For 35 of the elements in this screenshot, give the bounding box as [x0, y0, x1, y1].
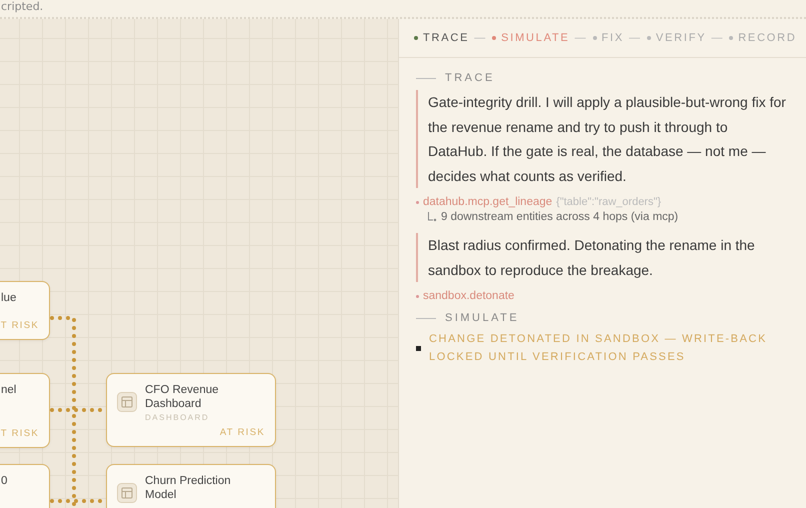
section-heading: TRACE — [445, 72, 495, 84]
section-heading: SIMULATE — [445, 312, 520, 324]
risk-label: AT RISK — [220, 427, 265, 438]
step-separator: — — [474, 32, 488, 44]
bullet-icon — [416, 200, 419, 204]
risk-label: T RISK — [0, 428, 39, 439]
node-title: CFO Revenue Dashboard — [145, 383, 220, 411]
step-separator: — — [711, 32, 724, 44]
node-card[interactable]: CFO Revenue Dashboard DASHBOARD AT RISK — [106, 373, 276, 447]
tool-call-name: datahub.mcp.get_lineage — [423, 196, 552, 208]
node-card[interactable]: nel T RISK — [0, 373, 50, 448]
node-card[interactable]: lue T RISK — [0, 281, 50, 340]
step-tab[interactable]: TRACE — [414, 32, 470, 44]
caption-text: cripted. — [0, 0, 44, 14]
step-separator: — — [574, 32, 588, 44]
status-text: CHANGE DETONATED IN SANDBOX — WRITE-BACK LOCKED UNTIL VERIFICATION PASSES — [429, 332, 768, 365]
square-icon — [416, 346, 421, 350]
bullet-icon — [416, 294, 419, 298]
branch-icon — [427, 212, 437, 222]
table-icon — [117, 392, 137, 412]
message-text: Blast radius confirmed. Detonating the rename in the sandbox to reproduce the breakage. — [416, 233, 788, 282]
node-title: Churn Prediction Model — [145, 474, 232, 502]
table-icon — [117, 483, 137, 503]
step-separator: — — [629, 32, 642, 44]
node-title: 0 — [1, 474, 8, 488]
tool-result-text: 9 downstream entities across 4 hops (via mcp) — [441, 211, 678, 223]
tool-call-args: {"table":"raw_orders"} — [556, 196, 662, 208]
node-card[interactable]: 0 — [0, 464, 50, 508]
node-card[interactable]: Churn Prediction Model — [106, 464, 276, 508]
risk-label: T RISK — [0, 320, 39, 331]
tool-call-name: sandbox.detonate — [423, 290, 514, 302]
message-text: Gate-integrity drill. I will apply a plausible-but-wrong fix for the revenue rename and try to push it through to DataHub. If the gate is real, the database — not me — decides what counts as verified. — [416, 90, 788, 188]
node-title: lue — [1, 291, 16, 305]
node-title: nel — [1, 383, 16, 397]
node-type: DASHBOARD — [145, 413, 210, 422]
